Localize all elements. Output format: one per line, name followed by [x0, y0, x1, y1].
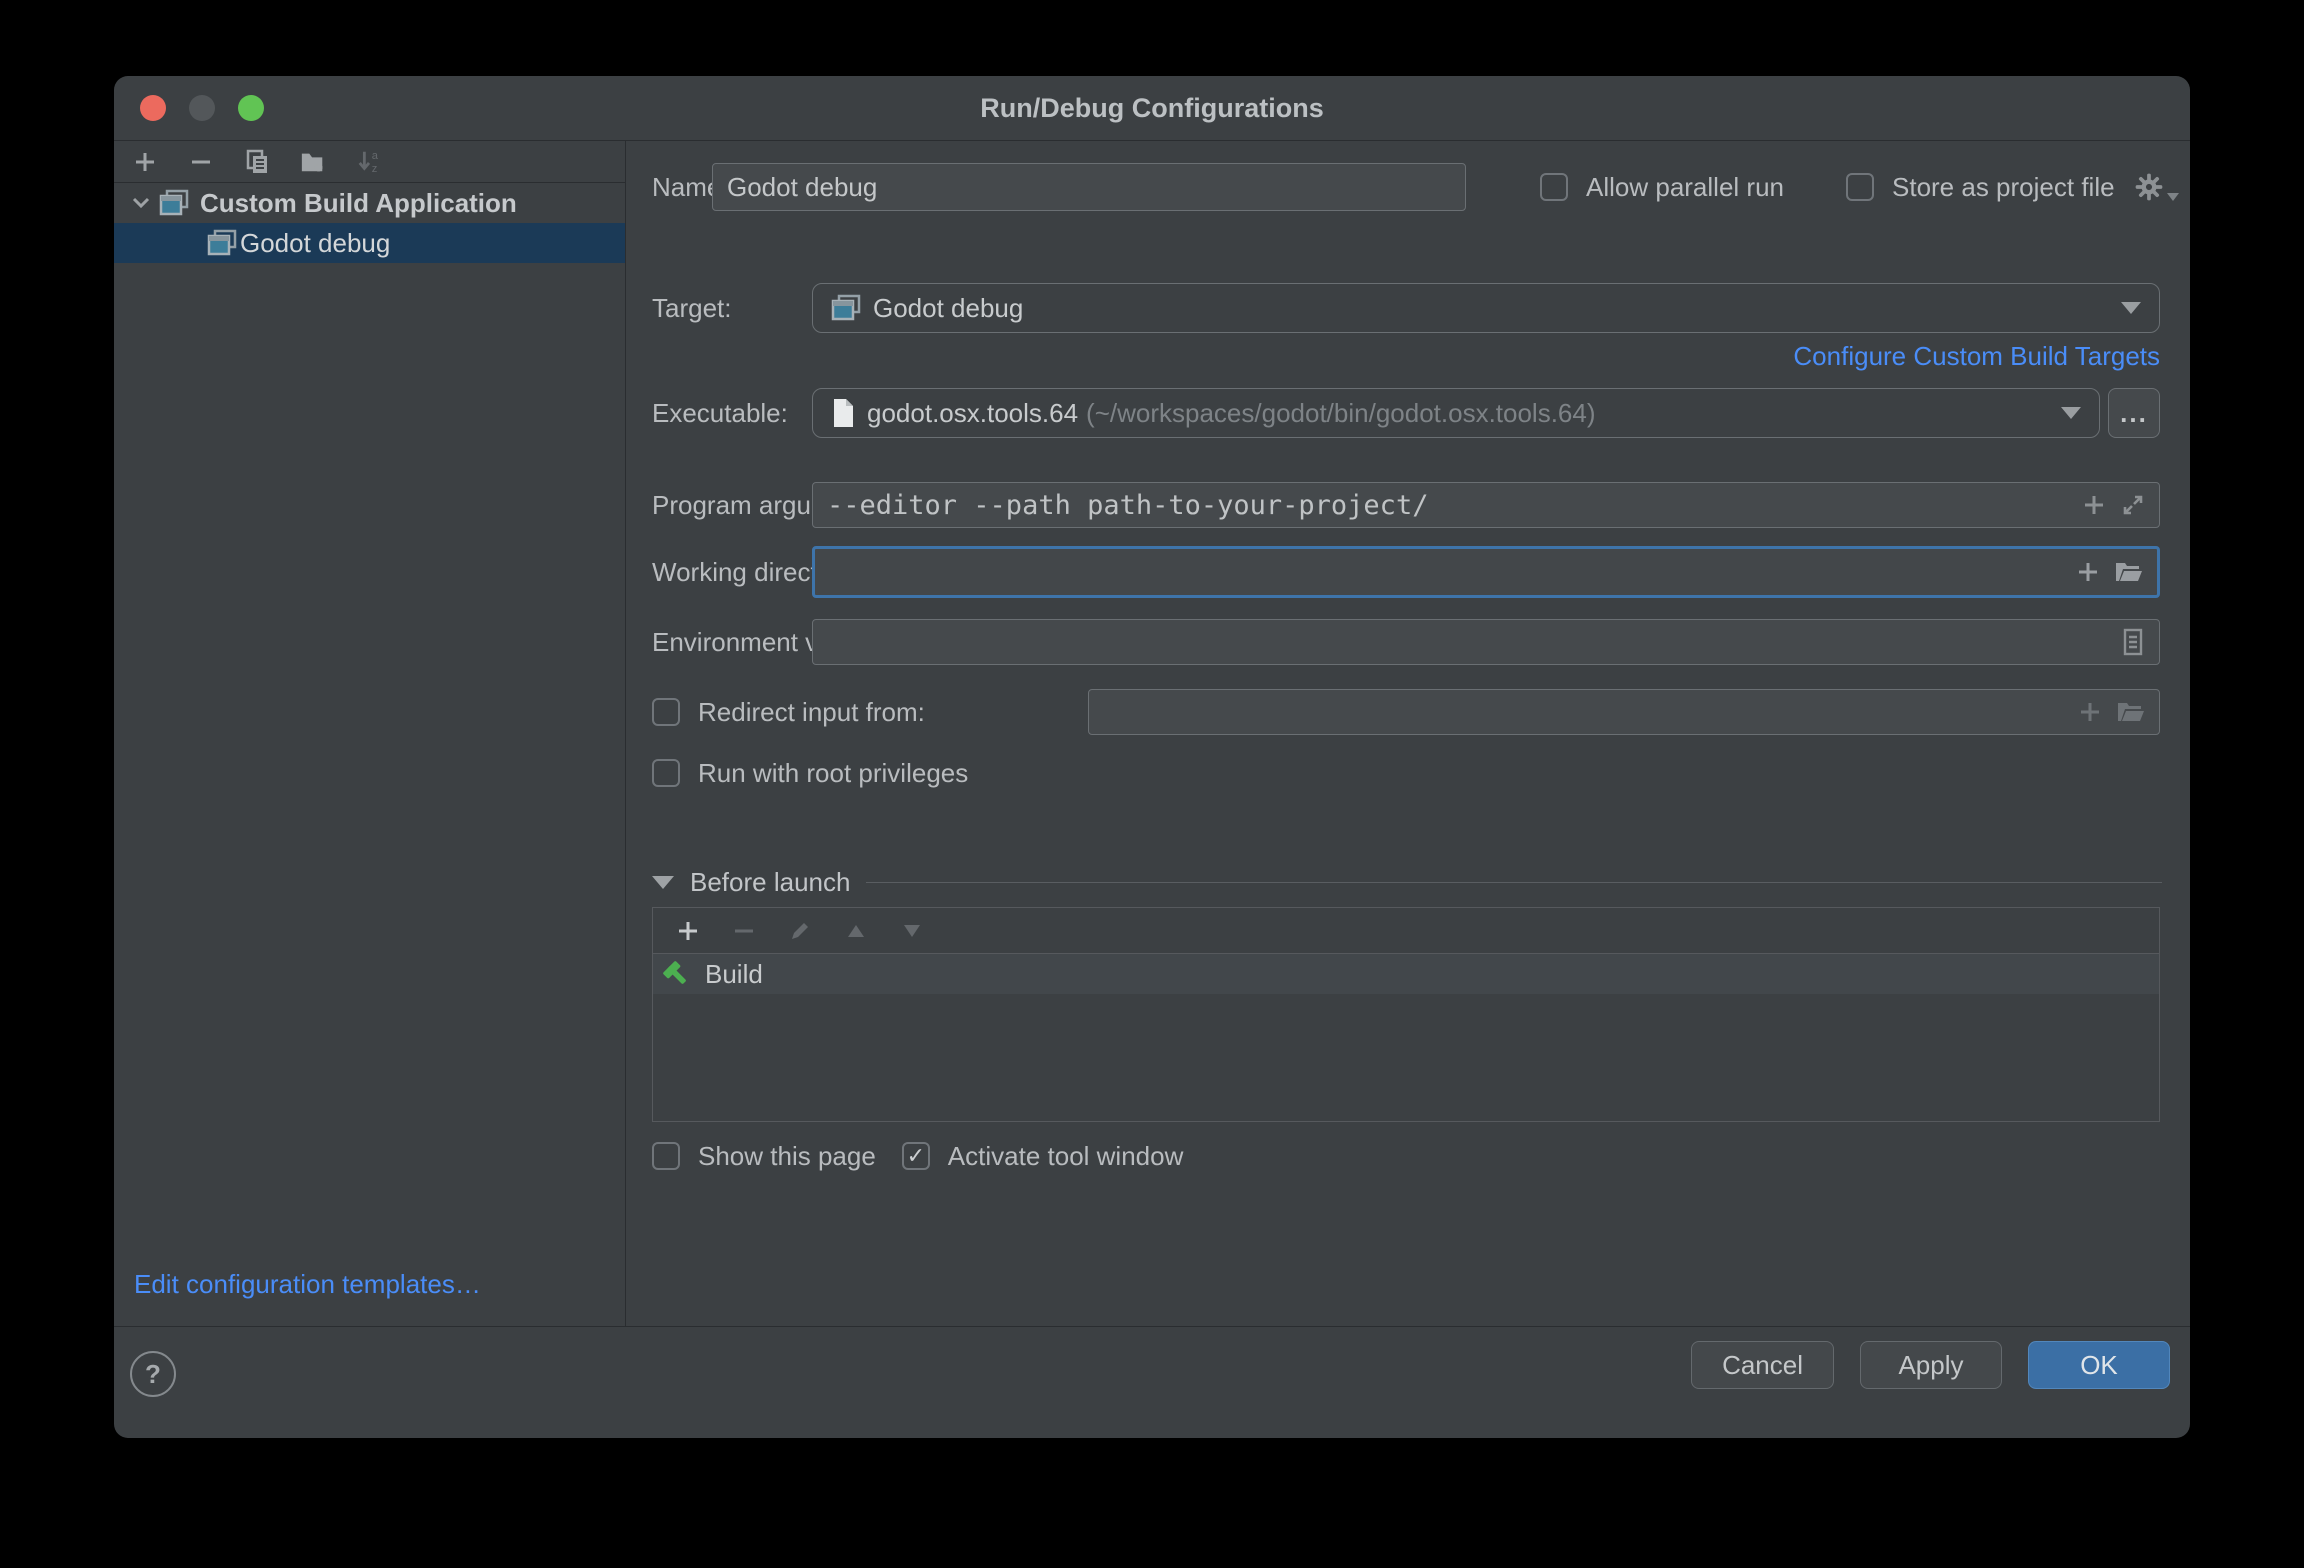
store-options-gear-icon[interactable]: [2133, 171, 2179, 203]
target-value: Godot debug: [873, 293, 1023, 324]
tree-group-custom-build-application[interactable]: Custom Build Application: [114, 183, 625, 223]
program-arguments-value: --editor --path path-to-your-project/: [827, 490, 1428, 521]
open-folder-icon[interactable]: [2115, 560, 2143, 584]
store-as-project-file-checkbox[interactable]: [1846, 173, 1874, 201]
svg-text:z: z: [372, 163, 378, 175]
add-path-icon[interactable]: [2079, 701, 2101, 723]
edit-task-icon[interactable]: [787, 918, 813, 944]
gear-dropdown-arrow-icon: [2167, 193, 2179, 201]
remove-configuration-icon[interactable]: [188, 149, 214, 175]
allow-parallel-run-label: Allow parallel run: [1586, 172, 1784, 203]
new-folder-icon[interactable]: [300, 149, 326, 175]
file-icon: [831, 398, 855, 428]
tree-item-label: Godot debug: [240, 228, 390, 259]
application-icon: [204, 230, 240, 256]
browse-executable-button[interactable]: ...: [2108, 388, 2160, 438]
application-icon: [156, 190, 192, 216]
title-bar: Run/Debug Configurations: [114, 76, 2190, 141]
redirect-input-field[interactable]: [1088, 689, 2160, 735]
move-task-down-icon[interactable]: [899, 918, 925, 944]
add-path-icon[interactable]: [2077, 561, 2099, 583]
run-debug-configurations-dialog: Run/Debug Configurations: [114, 76, 2190, 1438]
target-combobox[interactable]: Godot debug: [812, 283, 2160, 333]
dialog-footer: ? Cancel Apply OK: [114, 1326, 2190, 1438]
activate-tool-window-label: Activate tool window: [948, 1141, 1184, 1172]
collapse-before-launch-icon[interactable]: [652, 876, 674, 889]
before-launch-toolbar: [653, 908, 2159, 954]
environment-variables-field[interactable]: [812, 619, 2160, 665]
configurations-sidebar: a z Custom Build Application: [114, 141, 626, 1326]
edit-variables-icon[interactable]: [2121, 628, 2145, 656]
chevron-down-icon[interactable]: [126, 190, 156, 216]
expand-field-icon[interactable]: [2121, 493, 2145, 517]
dialog-title: Run/Debug Configurations: [114, 76, 2190, 140]
sidebar-toolbar: a z: [114, 141, 625, 183]
executable-dropdown-arrow-icon[interactable]: [2061, 407, 2081, 419]
program-arguments-field[interactable]: --editor --path path-to-your-project/: [812, 482, 2160, 528]
target-dropdown-arrow-icon[interactable]: [2121, 302, 2141, 314]
show-this-page-checkbox[interactable]: [652, 1142, 680, 1170]
configuration-form: Name: Allow parallel run Store as projec…: [626, 141, 2190, 1326]
copy-configuration-icon[interactable]: [244, 149, 270, 175]
before-launch-panel: Build: [652, 907, 2160, 1122]
before-launch-task-label: Build: [705, 959, 763, 990]
executable-combobox[interactable]: godot.osx.tools.64 (~/workspaces/godot/b…: [812, 388, 2100, 438]
apply-button[interactable]: Apply: [1860, 1341, 2002, 1389]
redirect-input-checkbox[interactable]: [652, 698, 680, 726]
root-privileges-label: Run with root privileges: [698, 758, 968, 789]
add-task-icon[interactable]: [675, 918, 701, 944]
allow-parallel-run-checkbox[interactable]: [1540, 173, 1568, 201]
activate-tool-window-checkbox[interactable]: ✓: [902, 1142, 930, 1170]
open-folder-icon[interactable]: [2117, 700, 2145, 724]
store-as-project-file-label: Store as project file: [1892, 172, 2115, 203]
working-directory-field[interactable]: [812, 546, 2160, 598]
svg-text:a: a: [372, 150, 379, 162]
remove-task-icon[interactable]: [731, 918, 757, 944]
before-launch-label: Before launch: [690, 867, 850, 898]
show-this-page-label: Show this page: [698, 1141, 876, 1172]
name-input[interactable]: [712, 163, 1466, 211]
executable-value: godot.osx.tools.64: [867, 398, 1078, 429]
executable-label: Executable:: [652, 398, 788, 429]
help-button[interactable]: ?: [130, 1351, 176, 1397]
tree-group-label: Custom Build Application: [200, 188, 517, 219]
sort-configurations-icon[interactable]: a z: [356, 149, 382, 175]
add-configuration-icon[interactable]: [132, 149, 158, 175]
build-hammer-icon: [661, 959, 691, 989]
redirect-input-label: Redirect input from:: [698, 697, 925, 728]
application-icon: [831, 294, 861, 322]
edit-configuration-templates-link[interactable]: Edit configuration templates…: [134, 1269, 481, 1300]
root-privileges-checkbox[interactable]: [652, 759, 680, 787]
executable-path: (~/workspaces/godot/bin/godot.osx.tools.…: [1086, 398, 1595, 429]
checkmark-icon: ✓: [907, 1143, 925, 1169]
section-divider: [866, 882, 2162, 883]
ok-button[interactable]: OK: [2028, 1341, 2170, 1389]
move-task-up-icon[interactable]: [843, 918, 869, 944]
target-label: Target:: [652, 293, 732, 324]
add-argument-icon[interactable]: [2083, 494, 2105, 516]
cancel-button[interactable]: Cancel: [1691, 1341, 1834, 1389]
before-launch-task-build[interactable]: Build: [653, 954, 2159, 994]
configure-custom-build-targets-link[interactable]: Configure Custom Build Targets: [1793, 341, 2160, 372]
tree-item-godot-debug[interactable]: Godot debug: [114, 223, 625, 263]
